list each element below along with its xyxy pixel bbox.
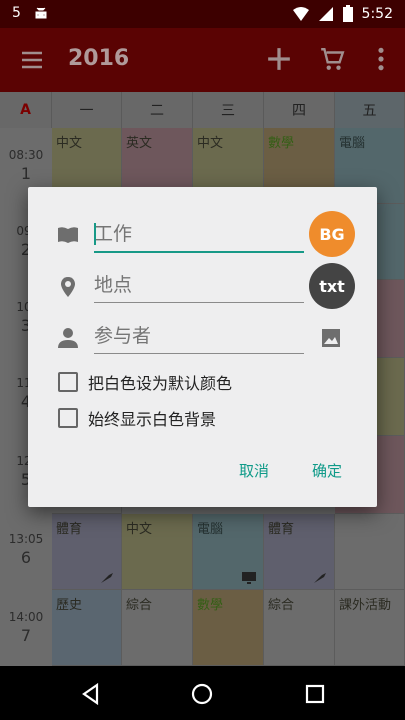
event-dialog: BG txt 把白色设为默认颜色 始终显示白色背景 取消 确定 bbox=[28, 187, 377, 507]
signal-icon bbox=[318, 7, 333, 21]
empty-cell[interactable] bbox=[335, 514, 405, 590]
back-icon[interactable] bbox=[79, 682, 103, 706]
android-icon bbox=[35, 7, 47, 19]
cart-icon[interactable] bbox=[319, 46, 345, 72]
add-icon[interactable] bbox=[266, 46, 292, 72]
default-white-checkbox-row[interactable]: 把白色设为默认颜色 bbox=[58, 370, 232, 394]
location-icon bbox=[61, 277, 75, 297]
table-cell[interactable]: 綜合 bbox=[122, 590, 193, 666]
week-label: A bbox=[0, 92, 52, 128]
day-thu[interactable]: 四 bbox=[264, 92, 335, 128]
day-wed[interactable]: 三 bbox=[193, 92, 264, 128]
table-cell[interactable]: 綜合 bbox=[264, 590, 335, 666]
home-icon[interactable] bbox=[190, 682, 214, 706]
day-tue[interactable]: 二 bbox=[122, 92, 193, 128]
table-cell[interactable]: 體育 bbox=[264, 514, 335, 590]
period-7: 14:00 7 bbox=[8, 610, 44, 645]
period-6: 13:05 6 bbox=[8, 532, 44, 567]
wifi-icon bbox=[292, 7, 309, 21]
table-cell[interactable]: 電腦 bbox=[193, 514, 264, 590]
default-white-checkbox[interactable] bbox=[58, 372, 78, 392]
day-mon[interactable]: 一 bbox=[52, 92, 122, 128]
table-cell[interactable]: 數學 bbox=[193, 590, 264, 666]
show-white-label: 始终显示白色背景 bbox=[88, 410, 217, 429]
badminton-icon bbox=[314, 573, 326, 583]
app-bar: 2016 bbox=[0, 28, 405, 92]
monitor-icon bbox=[242, 572, 256, 584]
badminton-icon bbox=[101, 573, 113, 583]
menu-icon[interactable] bbox=[20, 48, 44, 72]
table-cell[interactable]: 體育 bbox=[52, 514, 122, 590]
table-cell[interactable]: 中文 bbox=[122, 514, 193, 590]
title-input[interactable] bbox=[94, 217, 304, 253]
recents-icon[interactable] bbox=[303, 682, 327, 706]
show-white-checkbox-row[interactable]: 始终显示白色背景 bbox=[58, 406, 216, 430]
text-cursor bbox=[94, 223, 96, 245]
status-bar: 5 5:52 bbox=[0, 0, 405, 28]
weekday-header: A 一 二 三 四 五 bbox=[0, 92, 405, 128]
show-white-checkbox[interactable] bbox=[58, 408, 78, 428]
background-color-button[interactable]: BG bbox=[309, 211, 355, 257]
table-cell[interactable]: 歷史 bbox=[52, 590, 122, 666]
day-fri[interactable]: 五 bbox=[335, 92, 405, 128]
more-options-icon[interactable] bbox=[368, 46, 394, 72]
navigation-bar bbox=[0, 666, 405, 720]
text-color-button[interactable]: txt bbox=[309, 263, 355, 309]
page-title: 2016 bbox=[68, 46, 130, 71]
book-icon bbox=[58, 227, 78, 243]
period-1: 08:30 1 bbox=[8, 148, 44, 183]
attendees-input[interactable] bbox=[94, 318, 304, 354]
default-white-label: 把白色设为默认颜色 bbox=[88, 374, 233, 393]
location-input[interactable] bbox=[94, 267, 304, 303]
table-cell[interactable]: 課外活動 bbox=[335, 590, 405, 666]
image-icon[interactable] bbox=[321, 328, 341, 348]
person-icon bbox=[58, 328, 78, 348]
notification-count: 5 bbox=[12, 5, 21, 21]
confirm-button[interactable]: 确定 bbox=[312, 460, 342, 481]
cancel-button[interactable]: 取消 bbox=[239, 460, 269, 481]
clock: 5:52 bbox=[361, 6, 393, 22]
battery-icon bbox=[342, 5, 353, 22]
